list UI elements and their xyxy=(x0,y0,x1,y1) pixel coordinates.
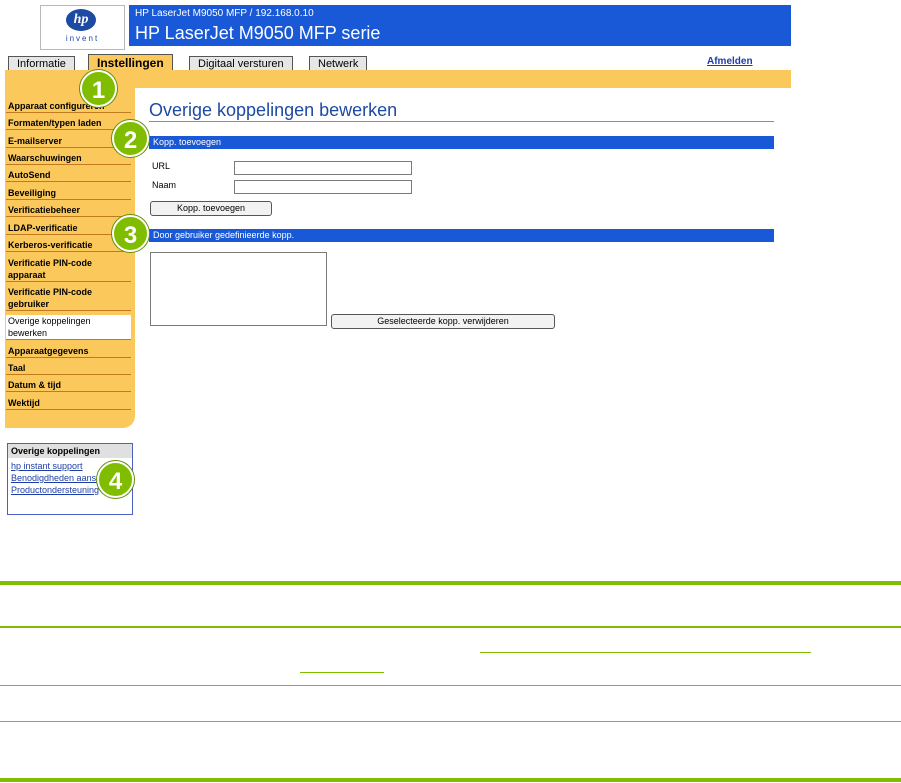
tab-netwerk[interactable]: Netwerk xyxy=(309,56,368,71)
table-row-rule-1 xyxy=(0,685,901,686)
logout-link[interactable]: Afmelden xyxy=(707,56,753,67)
sidebar-item-formaten-typen-laden[interactable]: Formaten/typen laden xyxy=(6,117,131,130)
title-divider xyxy=(149,121,774,122)
page-title: Overige koppelingen bewerken xyxy=(149,100,398,120)
table-link-underline-1 xyxy=(480,652,811,653)
sidebar-item-verificatiebeheer[interactable]: Verificatiebeheer xyxy=(6,204,131,217)
sidebar-item-verificatie-pin-gebruiker[interactable]: Verificatie PIN-code gebruiker xyxy=(6,286,131,311)
device-title: HP LaserJet M9050 MFP serie xyxy=(135,23,381,43)
tab-informatie[interactable]: Informatie xyxy=(8,56,75,71)
table-header-rule xyxy=(0,626,901,628)
url-input[interactable] xyxy=(234,161,412,175)
sidebar-item-overige-koppelingen[interactable]: Overige koppelingen bewerken xyxy=(6,315,131,340)
sidebar-item-autosend[interactable]: AutoSend xyxy=(6,169,131,182)
table-top-rule xyxy=(0,581,901,585)
tab-strip xyxy=(5,70,791,88)
title-bar: HP LaserJet M9050 MFP / 192.168.0.10 HP … xyxy=(129,5,791,46)
screenshot-area: hp invent HP LaserJet M9050 MFP / 192.16… xyxy=(0,0,795,530)
sidebar-item-verificatie-pin-apparaat[interactable]: Verificatie PIN-code apparaat xyxy=(6,257,131,282)
tab-digitaal-versturen[interactable]: Digitaal versturen xyxy=(189,56,293,71)
callout-4: 4 xyxy=(97,461,134,498)
sidebar-item-datum-tijd[interactable]: Datum & tijd xyxy=(6,379,131,392)
url-label: URL xyxy=(152,161,171,171)
name-label: Naam xyxy=(152,180,177,190)
user-links-listbox[interactable] xyxy=(150,252,327,326)
hp-logo-text: invent xyxy=(65,34,100,43)
sidebar-item-taal[interactable]: Taal xyxy=(6,362,131,375)
add-link-button[interactable]: Kopp. toevoegen xyxy=(150,201,272,216)
callout-2: 2 xyxy=(112,120,149,157)
sidebar-item-waarschuwingen[interactable]: Waarschuwingen xyxy=(6,152,131,165)
sidebar-item-wektijd[interactable]: Wektijd xyxy=(6,397,131,410)
callout-1: 1 xyxy=(80,70,117,107)
user-links-section-header: Door gebruiker gedefinieerde kopp. xyxy=(149,229,774,242)
hp-logo-mark: hp xyxy=(66,9,96,31)
sidebar-item-apparaatgegevens[interactable]: Apparaatgegevens xyxy=(6,345,131,358)
table-row-rule-2 xyxy=(0,721,901,722)
name-input[interactable] xyxy=(234,180,412,194)
remove-selected-links-button[interactable]: Geselecteerde kopp. verwijderen xyxy=(331,314,555,329)
sidebar-item-beveiliging[interactable]: Beveiliging xyxy=(6,187,131,200)
callout-3: 3 xyxy=(112,215,149,252)
table-bottom-rule xyxy=(0,778,901,782)
hp-logo: hp invent xyxy=(40,5,125,50)
sidebar-item-apparaat-configureren[interactable]: Apparaat configureren xyxy=(6,100,131,113)
other-links-title: Overige koppelingen xyxy=(8,444,132,458)
add-link-section-header: Kopp. toevoegen xyxy=(149,136,774,149)
sidebar-item-kerberos-verificatie[interactable]: Kerberos-verificatie xyxy=(6,239,131,252)
table-link-underline-2 xyxy=(300,672,384,673)
device-address: HP LaserJet M9050 MFP / 192.168.0.10 xyxy=(135,8,314,19)
